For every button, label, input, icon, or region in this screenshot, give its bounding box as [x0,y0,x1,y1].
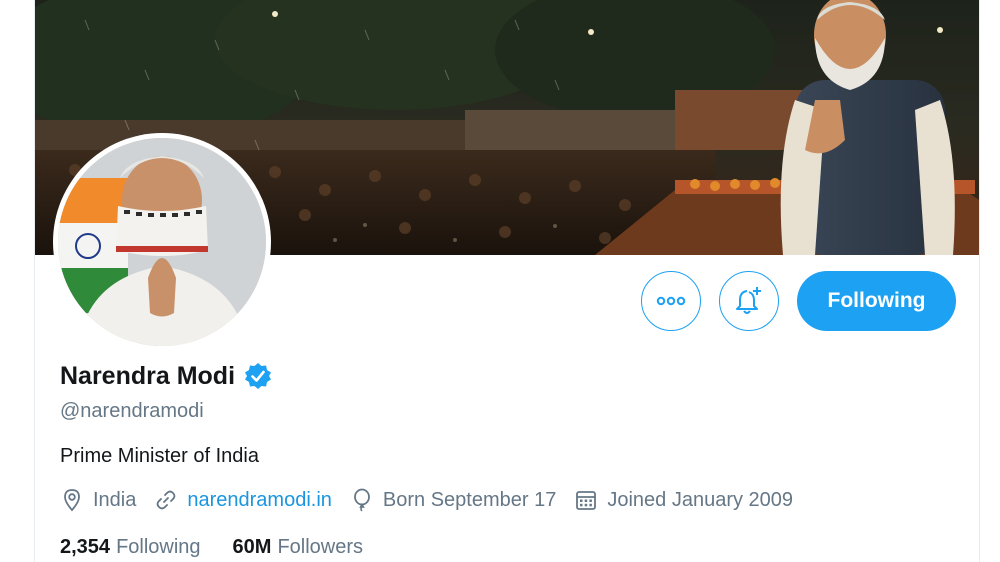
location-text: India [93,488,137,511]
profile-name-row: Narendra Modi [60,361,273,391]
following-label: Following [116,536,201,558]
twitter-profile-page: Following Narendra Modi @narendramodi Pr… [0,0,1000,562]
location-pin-icon [64,489,80,512]
profile-handle: @narendramodi [60,400,204,422]
notifications-button[interactable] [719,271,779,331]
profile-meta-row: India narendramodi.in Born September 17 [60,488,811,512]
calendar-icon [576,491,597,510]
website-link[interactable]: narendramodi.in [187,489,332,512]
location-item: India [60,488,136,512]
more-options-button[interactable] [641,271,701,331]
more-options-icon [656,296,686,306]
website-item: narendramodi.in [154,488,332,512]
follow-counts-row: 2,354 Following 60M Followers [60,536,395,559]
followers-label: Followers [277,536,364,558]
birthday-item: Born September 17 [350,488,556,512]
joined-item: Joined January 2009 [574,488,793,512]
following-count-link[interactable]: 2,354 Following [60,536,201,559]
followers-count: 60M [232,536,272,558]
link-icon [156,490,176,510]
notification-bell-add-icon [736,287,761,314]
following-count: 2,354 [60,536,111,558]
display-name: Narendra Modi [60,361,236,390]
birthday-text: Born September 17 [382,488,557,511]
verified-badge-icon [245,363,272,389]
profile-avatar[interactable] [53,133,271,351]
profile-card: Following Narendra Modi @narendramodi Pr… [34,0,980,562]
joined-text: Joined January 2009 [607,488,794,511]
balloon-icon [354,488,370,512]
followers-count-link[interactable]: 60M Followers [233,536,363,559]
profile-bio: Prime Minister of India [60,445,259,467]
following-button[interactable]: Following [797,271,956,331]
